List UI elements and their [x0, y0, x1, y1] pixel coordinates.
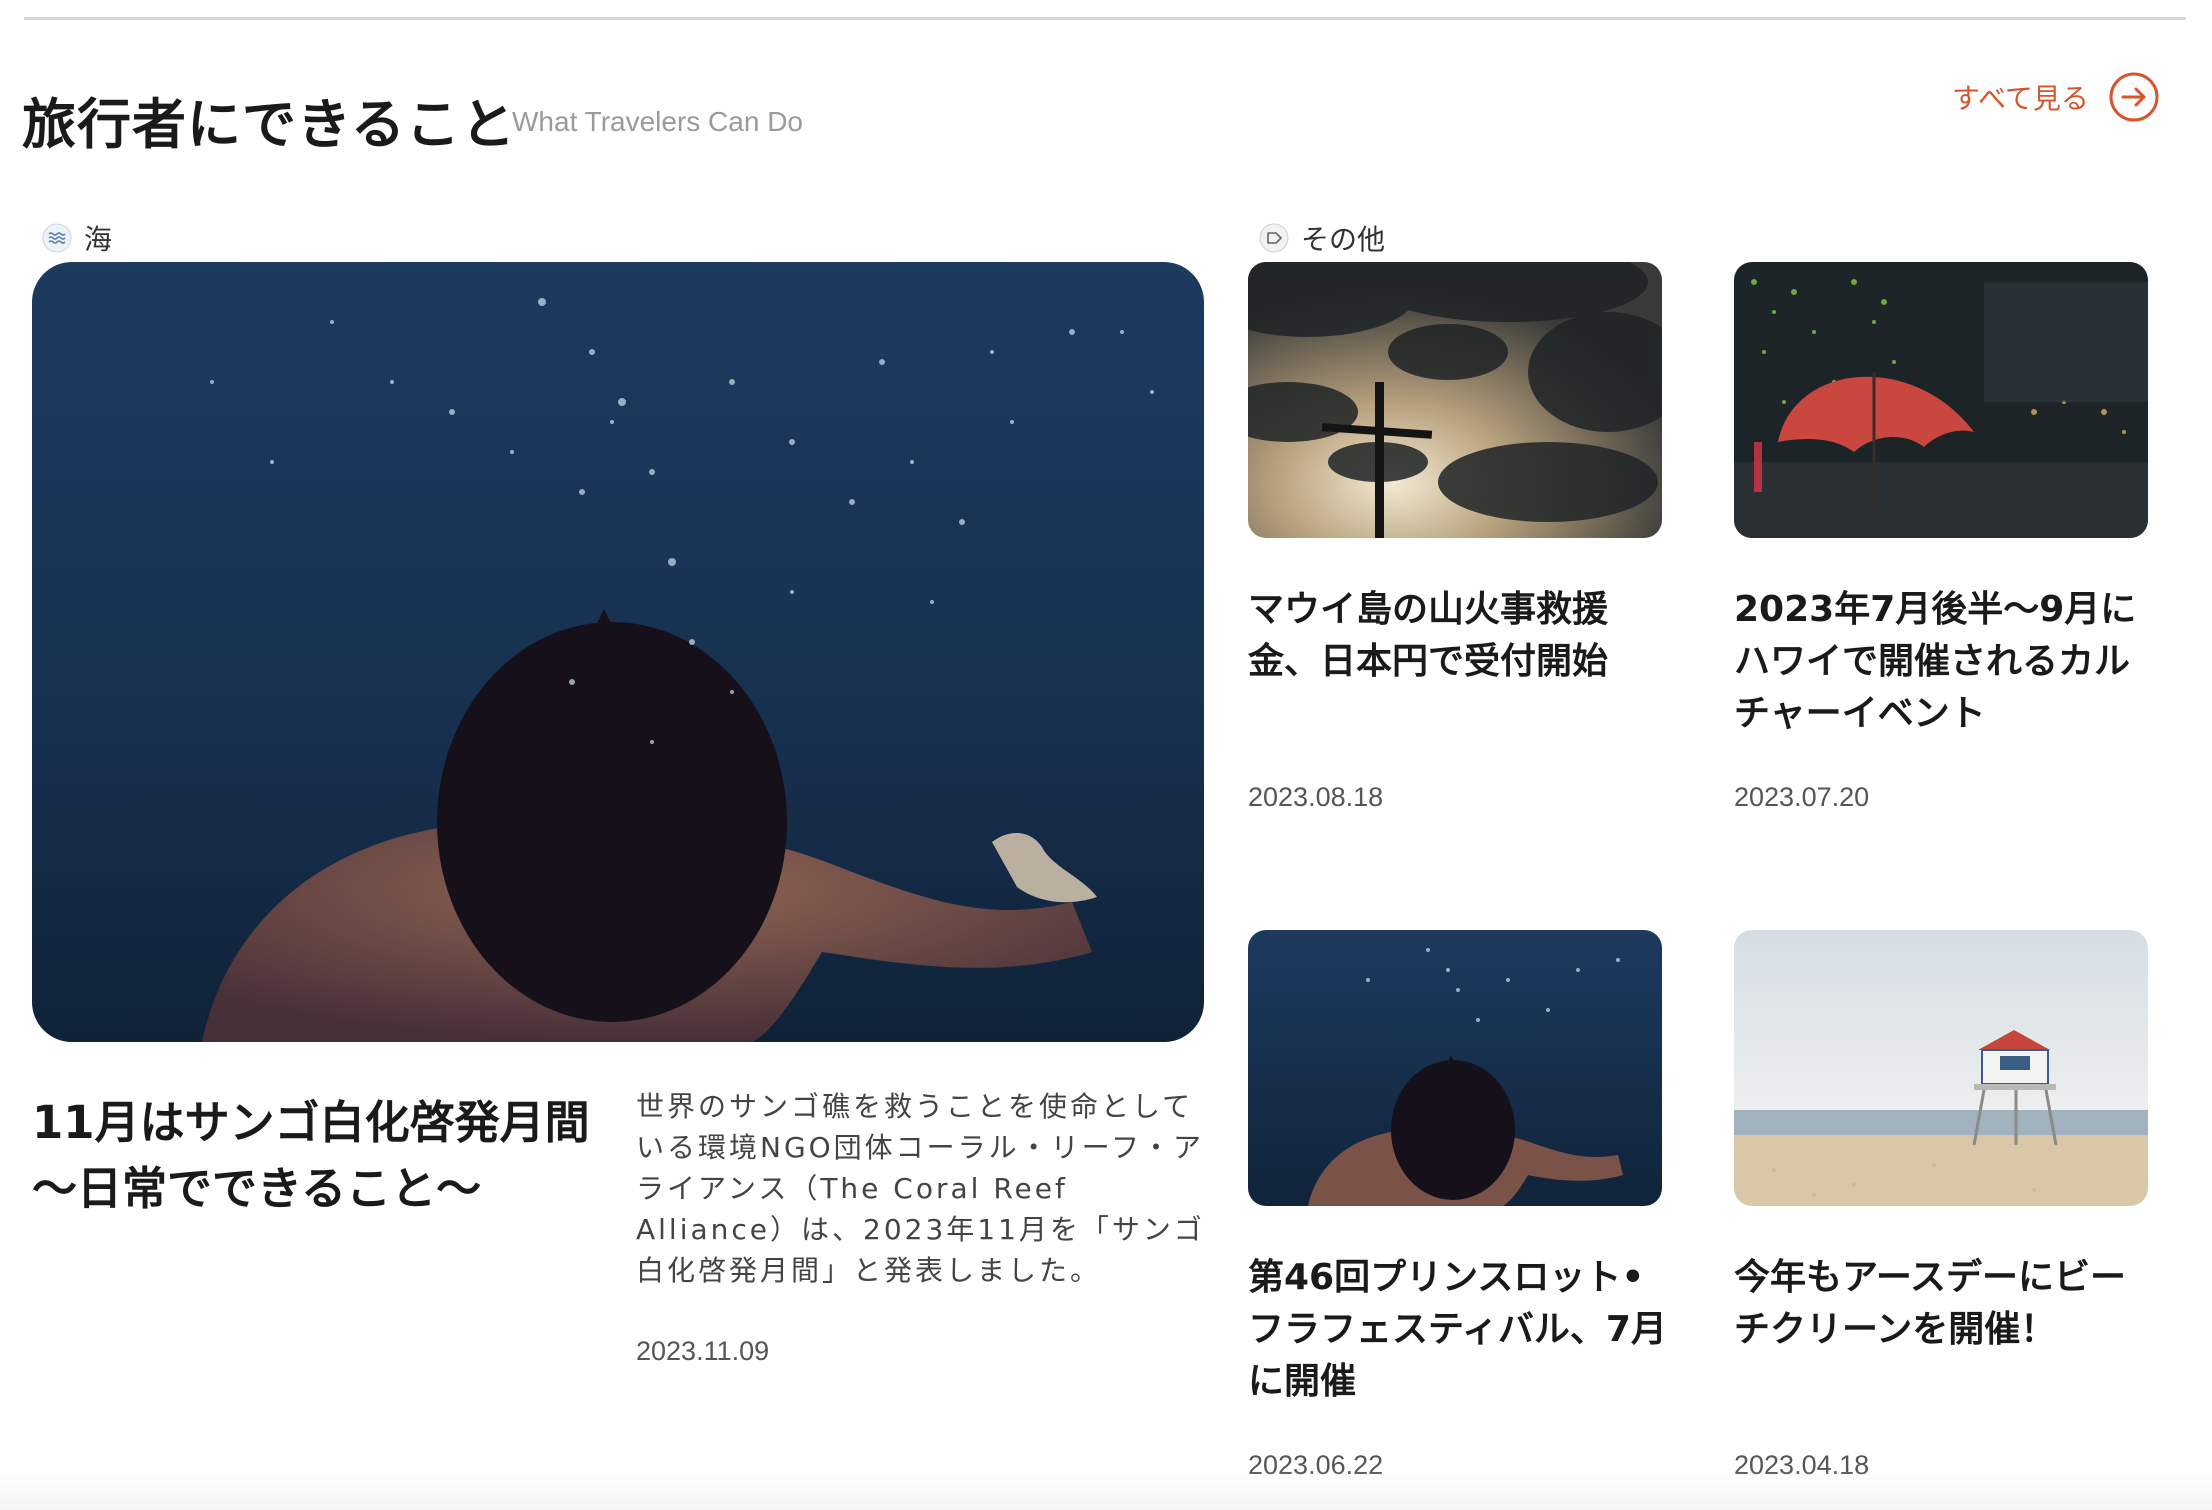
featured-article-description: 世界のサンゴ礁を救うことを使命としている環境NGO団体コーラル・リーフ・アライア… — [636, 1090, 1205, 1287]
article-image[interactable] — [1248, 262, 1662, 538]
underwater-swimmer-photo — [1248, 930, 1662, 1206]
waves-icon — [42, 223, 72, 253]
arrow-right-circle-icon — [2109, 72, 2159, 122]
category-label: 海 — [84, 223, 113, 256]
article-date: 2023.07.20 — [1734, 782, 1870, 812]
section-subtitle: What Travelers Can Do — [512, 106, 803, 137]
article-date: 2023.08.18 — [1248, 782, 1384, 812]
category-label: その他 — [1301, 223, 1386, 256]
lifeguard-tower-beach-photo — [1734, 930, 2148, 1206]
article-title[interactable]: 2023年7月後半～9月にハワイで開催されるカルチャーイベント — [1734, 584, 2154, 740]
article-title[interactable]: マウイ島の山火事救援金、日本円で受付開始 — [1248, 584, 1668, 688]
section-title: 旅行者にできること — [22, 93, 516, 156]
featured-article-date: 2023.11.09 — [636, 1336, 770, 1366]
article-image[interactable] — [1734, 262, 2148, 538]
category-tag-other[interactable]: その他 — [1259, 218, 1385, 258]
article-image[interactable] — [1734, 930, 2148, 1206]
tag-icon — [1259, 223, 1289, 253]
article-title[interactable]: 今年もアースデーにビーチクリーンを開催！ — [1734, 1252, 2154, 1356]
bottom-fade — [0, 1470, 2212, 1510]
article-image[interactable] — [1248, 930, 1662, 1206]
article-title[interactable]: 第46回プリンスロット•フラフェスティバル、7月に開催 — [1248, 1252, 1668, 1408]
category-tag-sea[interactable]: 海 — [42, 218, 112, 258]
cross-and-clouds-photo — [1248, 262, 1662, 538]
see-all-link[interactable]: すべて見る — [1952, 72, 2159, 122]
underwater-swimmer-photo — [32, 262, 1204, 1042]
top-divider — [24, 17, 2186, 20]
featured-article-title[interactable]: 11月はサンゴ白化啓発月間 ～日常でできること～ — [32, 1090, 635, 1222]
see-all-label: すべて見る — [1952, 82, 2089, 115]
red-umbrella-night-photo — [1734, 262, 2148, 538]
featured-article-image[interactable] — [32, 262, 1204, 1042]
